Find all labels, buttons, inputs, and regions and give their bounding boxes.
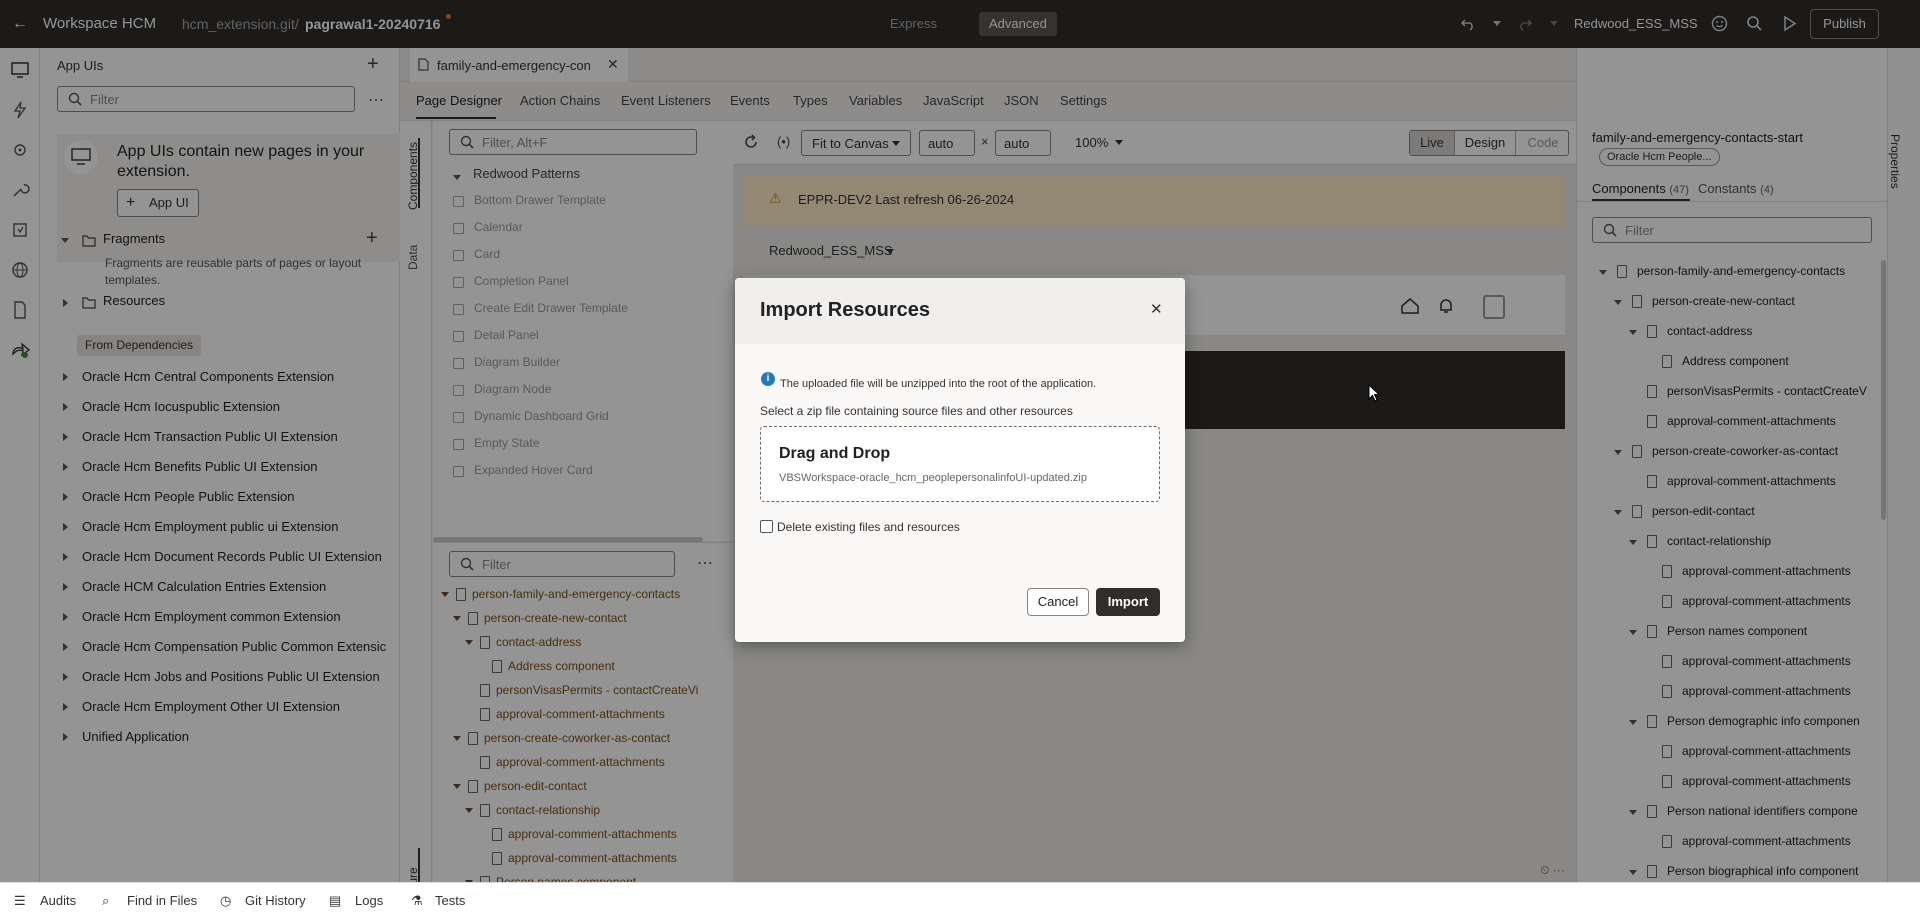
cancel-button[interactable]: Cancel (1027, 588, 1089, 616)
audits-tab[interactable]: Audits (40, 893, 76, 908)
delete-existing-checkbox[interactable] (760, 520, 773, 533)
search-icon[interactable]: ⌕ (102, 893, 109, 909)
selected-file-name: VBSWorkspace-oracle_hcm_peoplepersonalin… (779, 472, 1087, 484)
info-icon: i (761, 372, 775, 386)
clock-icon[interactable]: ◷ (220, 893, 231, 909)
find-in-files-tab[interactable]: Find in Files (127, 893, 197, 908)
import-resources-dialog: Import Resources ✕ i The uploaded file w… (735, 278, 1185, 642)
dialog-title: Import Resources (760, 299, 931, 321)
tests-tab[interactable]: Tests (435, 893, 465, 908)
bottom-bar: ☰ Audits ⌕ Find in Files ◷ Git History ▤… (0, 882, 1920, 918)
delete-existing-label[interactable]: Delete existing files and resources (777, 520, 960, 534)
mouse-cursor-icon (1368, 384, 1380, 402)
audits-icon[interactable]: ☰ (14, 893, 26, 909)
git-history-tab[interactable]: Git History (245, 893, 306, 908)
logs-icon[interactable]: ▤ (329, 893, 341, 909)
dialog-info-text: The uploaded file will be unzipped into … (780, 378, 1097, 390)
dialog-header: Import Resources ✕ (735, 278, 1185, 344)
drop-zone[interactable]: Drag and Drop VBSWorkspace-oracle_hcm_pe… (760, 426, 1160, 502)
select-zip-label: Select a zip file containing source file… (760, 404, 1073, 418)
logs-tab[interactable]: Logs (355, 893, 383, 908)
drop-zone-title: Drag and Drop (779, 445, 891, 462)
flask-icon[interactable]: ⚗ (411, 893, 423, 909)
close-icon[interactable]: ✕ (1150, 300, 1163, 318)
import-button[interactable]: Import (1096, 588, 1160, 616)
